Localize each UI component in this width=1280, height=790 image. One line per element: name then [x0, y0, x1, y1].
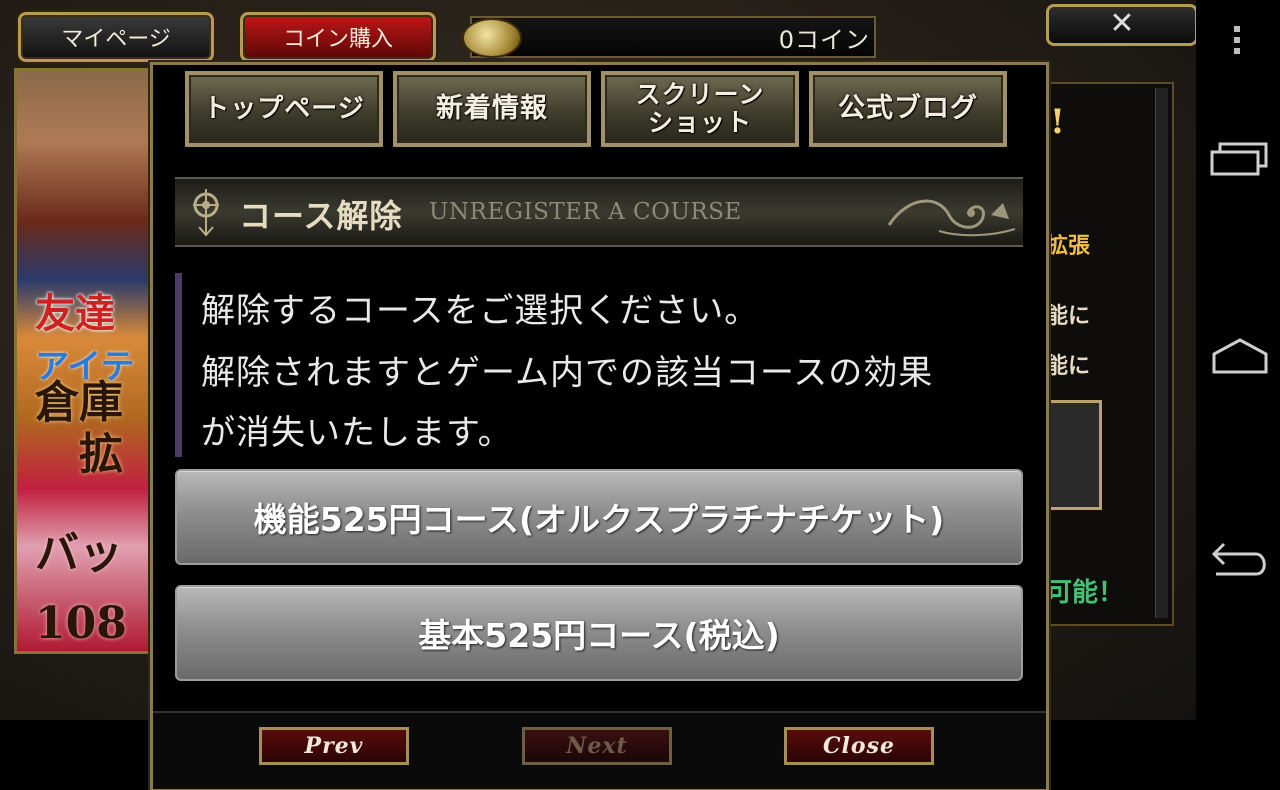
panel-func-text-1: 能に	[1046, 303, 1091, 329]
panel-expand-text: 拡張	[1046, 233, 1091, 259]
section-header: コース解除 UNREGISTER A COURSE	[175, 177, 1023, 247]
panel-func-text-2: 能に	[1046, 353, 1091, 379]
back-icon[interactable]	[1210, 538, 1272, 578]
close-button[interactable]: Close	[784, 727, 934, 765]
recent-apps-icon[interactable]	[1210, 140, 1268, 176]
buy-coin-button[interactable]: コイン購入	[240, 12, 436, 62]
tab-official-blog[interactable]: 公式ブログ	[809, 71, 1007, 147]
mypage-button[interactable]: マイページ	[18, 12, 214, 62]
game-close-button[interactable]: ✕	[1046, 4, 1196, 46]
banner-bag-text: バッ 108	[35, 528, 127, 649]
section-title: コース解除	[239, 197, 403, 235]
emblem-icon	[193, 189, 219, 237]
unregister-course-dialog: トップページ 新着情報 スクリーン ショット 公式ブログ コース解除 UNREG…	[150, 62, 1049, 790]
tab-screenshot[interactable]: スクリーン ショット	[601, 71, 799, 147]
home-icon[interactable]	[1210, 336, 1270, 376]
banner-warehouse-text: 倉庫 拡	[35, 377, 123, 480]
panel-exclamation: !	[1050, 102, 1065, 142]
dialog-footer: Prev Next Close	[153, 711, 1046, 789]
coin-icon	[462, 18, 522, 58]
android-bottom-bar	[0, 720, 150, 787]
coin-balance: 0コイン	[778, 26, 870, 54]
description-block: 解除するコースをご選択ください。 解除されますとゲーム内での該当コースの効果 が…	[175, 273, 1022, 457]
android-nav-bar	[1196, 0, 1280, 787]
ornament-icon	[887, 199, 1016, 237]
section-subtitle: UNREGISTER A COURSE	[429, 199, 742, 225]
menu-dots-icon[interactable]	[1232, 26, 1242, 54]
course-button-basic-525[interactable]: 基本525円コース(税込)	[175, 585, 1023, 681]
panel-item-image	[1044, 400, 1102, 510]
tab-top-page[interactable]: トップページ	[185, 71, 383, 147]
next-button[interactable]: Next	[522, 727, 672, 765]
left-promo-banner[interactable]: 友達 アイテ 倉庫 拡 バッ 108	[14, 68, 170, 654]
tab-news[interactable]: 新着情報	[393, 71, 591, 147]
course-button-function-525[interactable]: 機能525円コース(オルクスプラチナチケット)	[175, 469, 1023, 565]
right-info-panel: ! 拡張 能に 能に 可能！	[1030, 82, 1174, 626]
panel-scrollbar[interactable]	[1155, 88, 1168, 618]
description-line: 解除するコースをご選択ください。	[201, 291, 760, 331]
banner-friend-text: 友達	[35, 290, 115, 337]
prev-button[interactable]: Prev	[259, 727, 409, 765]
description-line: が消失いたします。	[201, 413, 513, 453]
panel-possible-text: 可能！	[1046, 578, 1125, 608]
tab-bar: トップページ 新着情報 スクリーン ショット 公式ブログ	[185, 71, 1013, 147]
description-line: 解除されますとゲーム内での該当コースの効果	[201, 353, 934, 393]
